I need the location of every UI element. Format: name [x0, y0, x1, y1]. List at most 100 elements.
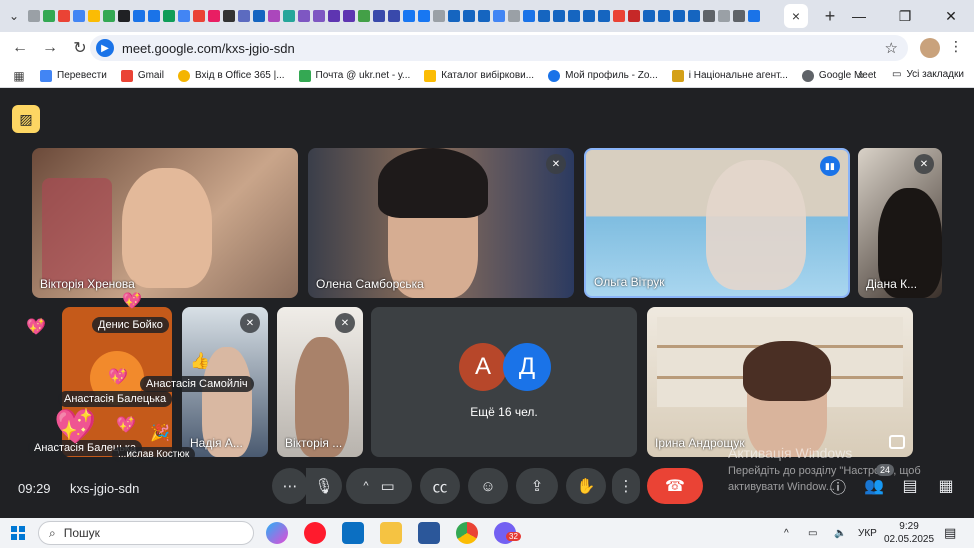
present-button[interactable]: ⇪: [516, 468, 558, 504]
tab[interactable]: [628, 10, 640, 22]
more-options-icon[interactable]: ⋯: [272, 468, 308, 504]
address-bar[interactable]: ▶ meet.google.com/kxs-jgio-sdn ☆: [90, 35, 908, 61]
profile-avatar[interactable]: [920, 38, 940, 58]
copilot-icon[interactable]: [266, 522, 288, 544]
tab[interactable]: [178, 10, 190, 22]
tab[interactable]: [208, 10, 220, 22]
more-actions-button[interactable]: ⋮: [612, 468, 640, 504]
bookmark-agency[interactable]: і Національне агент...: [671, 69, 788, 82]
tab[interactable]: [223, 10, 235, 22]
tab[interactable]: [613, 10, 625, 22]
tab[interactable]: [508, 10, 520, 22]
tab[interactable]: [118, 10, 130, 22]
tab-search-dropdown[interactable]: ⌄: [0, 0, 28, 32]
captions-button[interactable]: ㏄: [420, 468, 460, 504]
tab[interactable]: [568, 10, 580, 22]
background-effects-icon[interactable]: ▨: [12, 105, 40, 133]
tab[interactable]: [583, 10, 595, 22]
tab[interactable]: [133, 10, 145, 22]
tab[interactable]: [553, 10, 565, 22]
word-icon[interactable]: [418, 522, 440, 544]
participant-tile[interactable]: ✕ Олена Самборська: [308, 148, 574, 298]
bookmark-catalog[interactable]: Каталог вибіркови...: [424, 69, 534, 82]
back-arrow-icon[interactable]: ←: [6, 34, 34, 62]
tab[interactable]: [373, 10, 385, 22]
info-icon[interactable]: ⓘ: [826, 474, 850, 498]
tab[interactable]: [448, 10, 460, 22]
tab[interactable]: [193, 10, 205, 22]
tab[interactable]: [703, 10, 715, 22]
tab[interactable]: [523, 10, 535, 22]
tab[interactable]: [343, 10, 355, 22]
forward-arrow-icon[interactable]: →: [36, 34, 64, 62]
tab[interactable]: [718, 10, 730, 22]
people-icon[interactable]: 👥: [862, 474, 886, 498]
tab[interactable]: [103, 10, 115, 22]
tab[interactable]: [28, 10, 40, 22]
taskbar-search[interactable]: ⌕ Пошук: [38, 521, 254, 545]
tab[interactable]: [658, 10, 670, 22]
bookmark-ukrnet[interactable]: Почта @ ukr.net - у...: [298, 69, 410, 82]
close-window-icon[interactable]: ✕: [928, 0, 974, 32]
tab[interactable]: [268, 10, 280, 22]
pin-icon[interactable]: [889, 435, 905, 449]
notifications-icon[interactable]: ▤: [944, 518, 956, 548]
tab[interactable]: [538, 10, 550, 22]
file-explorer-icon[interactable]: [380, 522, 402, 544]
tab[interactable]: [493, 10, 505, 22]
close-tab-icon[interactable]: ×: [784, 4, 808, 28]
tab[interactable]: [418, 10, 430, 22]
all-bookmarks[interactable]: ▭ Усі закладки: [892, 69, 964, 80]
tray-chevron-icon[interactable]: ^: [784, 518, 789, 548]
tab[interactable]: [358, 10, 370, 22]
bookmark-zoom[interactable]: Мой профиль - Zo...: [548, 69, 658, 82]
browser-menu-icon[interactable]: ⋮: [948, 38, 964, 58]
bookmark-meet[interactable]: Google Meet: [801, 69, 876, 82]
tab[interactable]: [688, 10, 700, 22]
camera-button[interactable]: ^ ▭: [346, 468, 412, 504]
tab[interactable]: [163, 10, 175, 22]
tab[interactable]: [313, 10, 325, 22]
tab[interactable]: [388, 10, 400, 22]
apps-grid-icon[interactable]: ▦: [6, 69, 32, 83]
opera-icon[interactable]: [304, 522, 326, 544]
input-language[interactable]: УКР: [858, 518, 877, 548]
tab[interactable]: [58, 10, 70, 22]
tab[interactable]: [298, 10, 310, 22]
chrome-icon[interactable]: [456, 522, 478, 544]
participant-tile[interactable]: Ірина Андрощук: [647, 307, 913, 457]
tab[interactable]: [43, 10, 55, 22]
tab[interactable]: [643, 10, 655, 22]
participant-tile[interactable]: Вікторія Хренова: [32, 148, 298, 298]
raise-hand-button[interactable]: ✋: [566, 468, 606, 504]
tab[interactable]: [748, 10, 760, 22]
tab[interactable]: [148, 10, 160, 22]
bookmark-star-icon[interactable]: ☆: [885, 39, 898, 57]
chat-icon[interactable]: ▤: [898, 474, 922, 498]
tab[interactable]: [253, 10, 265, 22]
tab[interactable]: [463, 10, 475, 22]
tab[interactable]: [328, 10, 340, 22]
participant-tile[interactable]: ✕ Вікторія ...: [277, 307, 363, 457]
tab[interactable]: [403, 10, 415, 22]
volume-icon[interactable]: 🔈: [834, 518, 846, 548]
minimize-icon[interactable]: —: [836, 0, 882, 32]
tab[interactable]: [598, 10, 610, 22]
leave-call-button[interactable]: ☎: [647, 468, 703, 504]
taskbar-clock[interactable]: 9:29 02.05.2025: [884, 520, 934, 546]
tab[interactable]: [238, 10, 250, 22]
activities-icon[interactable]: ▦: [934, 474, 958, 498]
tab[interactable]: [283, 10, 295, 22]
battery-icon[interactable]: ▭: [808, 518, 817, 548]
calendar-app-icon[interactable]: [342, 522, 364, 544]
windows-start-icon[interactable]: [0, 518, 36, 548]
bookmark-translate[interactable]: Перевести: [40, 69, 107, 82]
tab[interactable]: [478, 10, 490, 22]
tab[interactable]: [433, 10, 445, 22]
bookmark-office[interactable]: Вхід в Office 365 |...: [177, 69, 285, 82]
emoji-button[interactable]: ☺: [468, 468, 508, 504]
tab[interactable]: [733, 10, 745, 22]
more-bookmarks-icon[interactable]: »: [858, 68, 865, 82]
mic-button[interactable]: 🎙: [306, 468, 342, 504]
bookmark-gmail[interactable]: Gmail: [120, 69, 164, 82]
